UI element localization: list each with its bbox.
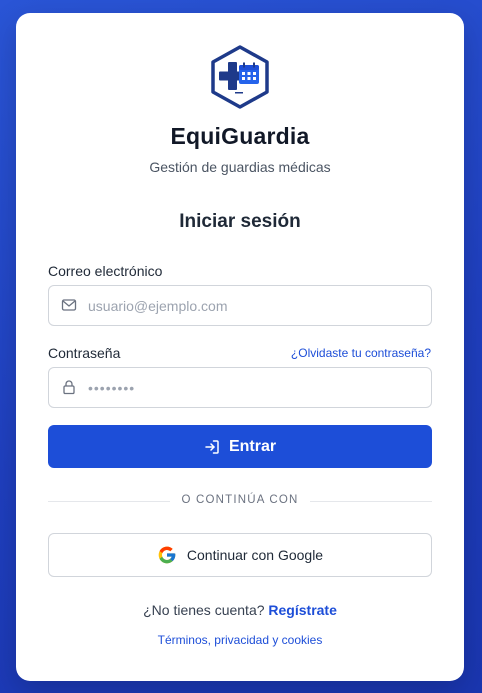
mail-icon bbox=[61, 299, 77, 311]
divider: O CONTINÚA CON bbox=[48, 493, 432, 509]
login-button[interactable]: Entrar bbox=[48, 425, 432, 468]
divider-text: O CONTINÚA CON bbox=[181, 494, 299, 506]
login-button-label: Entrar bbox=[228, 437, 277, 455]
divider-line-right bbox=[310, 501, 432, 502]
login-icon bbox=[205, 439, 219, 454]
forgot-password-link[interactable]: ¿Olvidaste tu contraseña? bbox=[291, 346, 431, 360]
google-icon bbox=[158, 546, 176, 564]
app-subtitle: Gestión de guardias médicas bbox=[149, 159, 331, 175]
app-title: EquiGuardia bbox=[170, 123, 310, 149]
email-field-wrapper bbox=[48, 285, 432, 326]
form-title: Iniciar sesión bbox=[179, 211, 301, 232]
signup-prompt: ¿No tienes cuenta? bbox=[143, 602, 265, 618]
password-input[interactable] bbox=[88, 368, 418, 407]
terms-link[interactable]: Términos, privacidad y cookies bbox=[16, 633, 464, 647]
google-button-label: Continuar con Google bbox=[186, 547, 324, 563]
password-field-wrapper bbox=[48, 367, 432, 408]
login-card: EquiGuardia Gestión de guardias médicas … bbox=[16, 13, 464, 681]
signup-link[interactable]: Regístrate bbox=[268, 602, 336, 618]
lock-icon bbox=[63, 380, 75, 395]
email-label: Correo electrónico bbox=[48, 263, 163, 279]
signup-row: ¿No tienes cuenta? Regístrate bbox=[16, 602, 464, 618]
email-input[interactable] bbox=[88, 286, 418, 325]
hospital-calendar-icon bbox=[211, 45, 269, 109]
google-login-button[interactable]: Continuar con Google bbox=[48, 533, 432, 577]
password-label: Contraseña bbox=[48, 345, 121, 361]
